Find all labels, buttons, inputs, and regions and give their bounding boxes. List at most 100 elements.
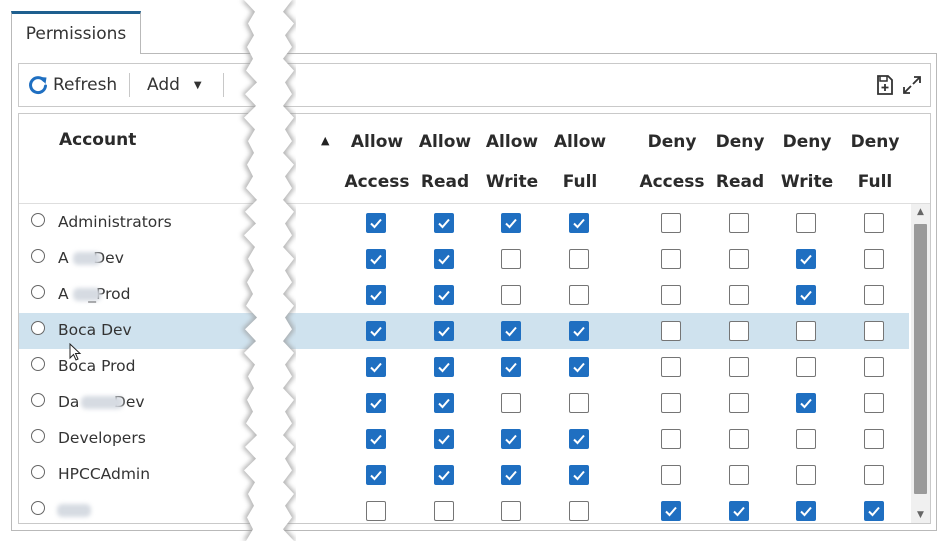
permission-checkbox[interactable] bbox=[864, 285, 884, 305]
permission-checkbox[interactable] bbox=[434, 465, 454, 485]
permission-checkbox[interactable] bbox=[796, 357, 816, 377]
permission-checkbox[interactable] bbox=[569, 393, 589, 413]
permission-checkbox[interactable] bbox=[434, 321, 454, 341]
permission-checkbox[interactable] bbox=[434, 393, 454, 413]
permission-checkbox[interactable] bbox=[501, 429, 521, 449]
permission-checkbox[interactable] bbox=[796, 249, 816, 269]
permission-checkbox[interactable] bbox=[366, 321, 386, 341]
permission-checkbox[interactable] bbox=[366, 429, 386, 449]
permission-checkbox[interactable] bbox=[501, 357, 521, 377]
permission-checkbox[interactable] bbox=[864, 321, 884, 341]
row-select-radio[interactable] bbox=[31, 321, 45, 335]
row-select-radio[interactable] bbox=[31, 465, 45, 479]
permission-checkbox[interactable] bbox=[366, 285, 386, 305]
row-select-radio[interactable] bbox=[31, 213, 45, 227]
row-select-radio[interactable] bbox=[31, 249, 45, 263]
table-row[interactable]: Administrators bbox=[19, 205, 909, 241]
permission-checkbox[interactable] bbox=[366, 213, 386, 233]
column-header-deny-full[interactable]: Deny Full bbox=[835, 122, 915, 202]
permission-checkbox[interactable] bbox=[569, 285, 589, 305]
permission-checkbox[interactable] bbox=[569, 501, 589, 521]
table-row[interactable]: Developers bbox=[19, 421, 909, 457]
permission-checkbox[interactable] bbox=[729, 465, 749, 485]
table-row[interactable]: HPCCAdmin bbox=[19, 457, 909, 493]
permission-checkbox[interactable] bbox=[729, 393, 749, 413]
permission-checkbox[interactable] bbox=[569, 429, 589, 449]
table-row[interactable]: Boca Prod bbox=[19, 349, 909, 385]
permission-checkbox[interactable] bbox=[864, 357, 884, 377]
permission-checkbox[interactable] bbox=[729, 429, 749, 449]
row-select-radio[interactable] bbox=[31, 429, 45, 443]
permission-checkbox[interactable] bbox=[729, 357, 749, 377]
permission-checkbox[interactable] bbox=[864, 249, 884, 269]
table-row[interactable]: Da Dev bbox=[19, 385, 909, 421]
table-row[interactable]: A _Prod bbox=[19, 277, 909, 313]
permission-checkbox[interactable] bbox=[366, 249, 386, 269]
permission-checkbox[interactable] bbox=[864, 501, 884, 521]
permission-checkbox[interactable] bbox=[661, 285, 681, 305]
save-add-icon[interactable] bbox=[874, 74, 896, 96]
permission-checkbox[interactable] bbox=[729, 285, 749, 305]
permission-checkbox[interactable] bbox=[729, 213, 749, 233]
permission-checkbox[interactable] bbox=[434, 213, 454, 233]
scroll-up-icon[interactable]: ▲ bbox=[911, 204, 930, 220]
permission-checkbox[interactable] bbox=[729, 321, 749, 341]
permission-checkbox[interactable] bbox=[501, 321, 521, 341]
refresh-button[interactable]: Refresh bbox=[27, 64, 117, 106]
permission-checkbox[interactable] bbox=[796, 429, 816, 449]
column-header-account[interactable]: Account bbox=[59, 130, 136, 150]
permission-checkbox[interactable] bbox=[366, 501, 386, 521]
permission-checkbox[interactable] bbox=[796, 393, 816, 413]
scroll-down-icon[interactable]: ▼ bbox=[911, 507, 930, 523]
permission-checkbox[interactable] bbox=[569, 213, 589, 233]
permission-checkbox[interactable] bbox=[569, 357, 589, 377]
permission-checkbox[interactable] bbox=[864, 393, 884, 413]
table-row[interactable]: Boca Dev bbox=[19, 313, 909, 349]
permission-checkbox[interactable] bbox=[864, 429, 884, 449]
table-row[interactable] bbox=[19, 493, 909, 523]
permission-checkbox[interactable] bbox=[434, 249, 454, 269]
permission-checkbox[interactable] bbox=[366, 393, 386, 413]
permission-checkbox[interactable] bbox=[661, 249, 681, 269]
permission-checkbox[interactable] bbox=[501, 501, 521, 521]
permission-checkbox[interactable] bbox=[661, 321, 681, 341]
permission-checkbox[interactable] bbox=[501, 393, 521, 413]
tab-permissions[interactable]: Permissions bbox=[11, 11, 141, 54]
permission-checkbox[interactable] bbox=[501, 465, 521, 485]
permission-checkbox[interactable] bbox=[661, 357, 681, 377]
permission-checkbox[interactable] bbox=[729, 501, 749, 521]
permission-checkbox[interactable] bbox=[661, 501, 681, 521]
permission-checkbox[interactable] bbox=[661, 429, 681, 449]
permission-checkbox[interactable] bbox=[864, 465, 884, 485]
permission-checkbox[interactable] bbox=[366, 465, 386, 485]
expand-icon[interactable] bbox=[901, 74, 923, 96]
permission-checkbox[interactable] bbox=[796, 465, 816, 485]
permission-checkbox[interactable] bbox=[434, 285, 454, 305]
row-select-radio[interactable] bbox=[31, 285, 45, 299]
permission-checkbox[interactable] bbox=[569, 321, 589, 341]
add-button[interactable]: Add ▼ bbox=[147, 64, 202, 106]
permission-checkbox[interactable] bbox=[796, 213, 816, 233]
row-select-radio[interactable] bbox=[31, 357, 45, 371]
permission-checkbox[interactable] bbox=[569, 249, 589, 269]
vertical-scrollbar[interactable]: ▲ ▼ bbox=[911, 204, 930, 523]
permission-checkbox[interactable] bbox=[796, 285, 816, 305]
permission-checkbox[interactable] bbox=[864, 213, 884, 233]
permission-checkbox[interactable] bbox=[796, 321, 816, 341]
sort-ascending-icon[interactable]: ▲ bbox=[321, 134, 329, 147]
row-select-radio[interactable] bbox=[31, 393, 45, 407]
permission-checkbox[interactable] bbox=[501, 285, 521, 305]
permission-checkbox[interactable] bbox=[661, 213, 681, 233]
permission-checkbox[interactable] bbox=[796, 501, 816, 521]
table-row[interactable]: A Dev bbox=[19, 241, 909, 277]
permission-checkbox[interactable] bbox=[434, 357, 454, 377]
permission-checkbox[interactable] bbox=[661, 465, 681, 485]
row-select-radio[interactable] bbox=[31, 501, 45, 515]
column-header-allow-full[interactable]: Allow Full bbox=[540, 122, 620, 202]
permission-checkbox[interactable] bbox=[501, 213, 521, 233]
scrollbar-thumb[interactable] bbox=[914, 224, 927, 494]
permission-checkbox[interactable] bbox=[569, 465, 589, 485]
permission-checkbox[interactable] bbox=[661, 393, 681, 413]
permission-checkbox[interactable] bbox=[501, 249, 521, 269]
permission-checkbox[interactable] bbox=[366, 357, 386, 377]
